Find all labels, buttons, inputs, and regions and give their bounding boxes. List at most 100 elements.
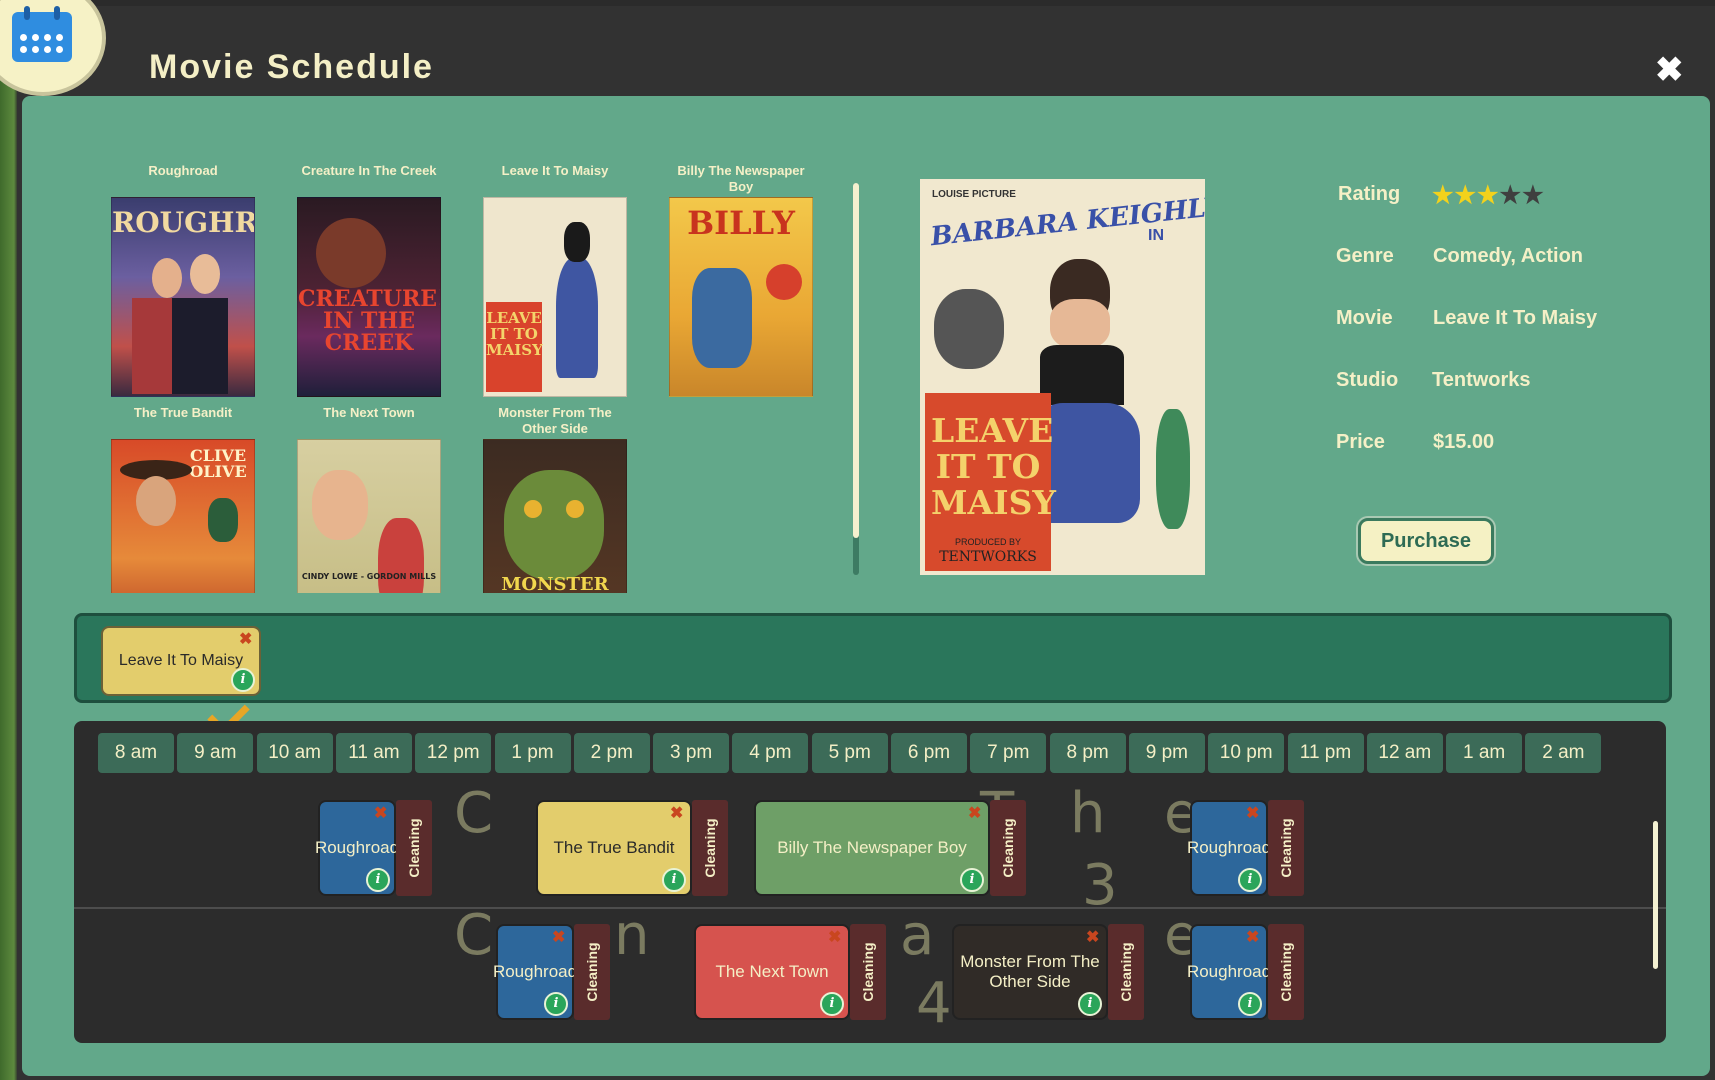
hour-button[interactable]: 11 am bbox=[335, 733, 412, 773]
close-icon[interactable]: ✖ bbox=[1655, 50, 1684, 90]
selected-poster-top-text: LOUISE PICTURE bbox=[932, 189, 1016, 200]
info-icon[interactable]: i bbox=[366, 868, 390, 892]
movie-label: Movie bbox=[1336, 307, 1393, 329]
poster-text: CINDY LOWE - GORDON MILLS bbox=[301, 572, 437, 581]
schedule-scrollbar[interactable] bbox=[1653, 821, 1658, 969]
remove-icon[interactable]: ✖ bbox=[1246, 930, 1259, 946]
hour-button[interactable]: 10 am bbox=[256, 733, 333, 773]
remove-icon[interactable]: ✖ bbox=[1246, 806, 1259, 822]
info-icon[interactable]: i bbox=[544, 992, 568, 1016]
hour-button[interactable]: 6 pm bbox=[891, 733, 967, 773]
poster-card-roughroad[interactable]: Roughroad ROUGHROAD bbox=[108, 163, 258, 397]
price-value: $15.00 bbox=[1433, 431, 1495, 453]
info-icon[interactable]: i bbox=[960, 868, 984, 892]
slot-title: Roughroad bbox=[492, 962, 578, 981]
slot-title: Roughroad bbox=[1186, 838, 1272, 857]
schedule-slot[interactable]: Roughroad ✖ i bbox=[314, 800, 400, 896]
schedule-slot[interactable]: Roughroad ✖ i bbox=[492, 924, 578, 1020]
cleaning-label: Cleaning bbox=[860, 942, 876, 1002]
poster-title: Leave It To Maisy bbox=[501, 163, 609, 178]
queue-item[interactable]: Leave It To Maisy ✖ i bbox=[101, 626, 261, 696]
info-icon[interactable]: i bbox=[820, 992, 844, 1016]
hour-button[interactable]: 8 pm bbox=[1049, 733, 1126, 773]
schedule-slot[interactable]: Roughroad ✖ i bbox=[1186, 800, 1272, 896]
poster-image: ROUGHROAD bbox=[111, 197, 255, 397]
schedule-slot[interactable]: Monster From The Other Side ✖ i bbox=[952, 924, 1108, 1020]
hour-button[interactable]: 1 am bbox=[1446, 733, 1523, 773]
hour-button[interactable]: 1 pm bbox=[494, 733, 571, 773]
cleaning-label: Cleaning bbox=[1278, 818, 1294, 878]
hour-button[interactable]: 10 pm bbox=[1208, 733, 1285, 773]
info-icon[interactable]: i bbox=[231, 668, 255, 692]
watermark-c2: C bbox=[454, 903, 494, 968]
figure-top bbox=[1040, 345, 1124, 405]
remove-icon[interactable]: ✖ bbox=[968, 806, 981, 822]
watermark-3: 3 bbox=[1082, 853, 1118, 918]
remove-icon[interactable]: ✖ bbox=[374, 806, 387, 822]
slot-title: Monster From The Other Side bbox=[960, 952, 1100, 991]
slot-title: Roughroad bbox=[1186, 962, 1272, 981]
hour-button[interactable]: 12 am bbox=[1366, 733, 1443, 773]
star-filled-icon: ★ bbox=[1432, 182, 1455, 209]
hour-button[interactable]: 2 pm bbox=[573, 733, 650, 773]
poster-image: CLIVE OLIVE bbox=[111, 439, 255, 593]
cleaning-label: Cleaning bbox=[1000, 818, 1016, 878]
poster-scrollbar[interactable] bbox=[853, 183, 859, 575]
hour-button[interactable]: 2 am bbox=[1525, 733, 1602, 773]
queue-item-title: Leave It To Maisy bbox=[118, 652, 244, 669]
cleaning-label: Cleaning bbox=[702, 818, 718, 878]
hour-button[interactable]: 5 pm bbox=[811, 733, 888, 773]
hour-button[interactable]: 9 am bbox=[177, 733, 254, 773]
hour-button[interactable]: 11 pm bbox=[1287, 733, 1364, 773]
star-filled-icon: ★ bbox=[1477, 182, 1500, 209]
poster-image: LEAVE IT TO MAISY bbox=[483, 197, 627, 397]
poster-card-leave-it-to-maisy[interactable]: Leave It To Maisy LEAVE IT TO MAISY bbox=[480, 163, 630, 397]
star-empty-icon: ★ bbox=[1522, 182, 1545, 209]
schedule-timeline: 8 am 9 am 10 am 11 am 12 pm 1 pm 2 pm 3 pm 4 pm 5… bbox=[74, 721, 1666, 1043]
poster-scrollbar-thumb[interactable] bbox=[853, 183, 859, 538]
hour-button[interactable]: 12 pm bbox=[415, 733, 492, 773]
poster-card-the-true-bandit[interactable]: The True Bandit CLIVE OLIVE bbox=[108, 405, 258, 593]
info-icon[interactable]: i bbox=[1238, 992, 1262, 1016]
hour-button[interactable]: 8 am bbox=[98, 733, 174, 773]
cleaning-block: Cleaning bbox=[1268, 800, 1304, 896]
poster-card-creature-in-the-creek[interactable]: Creature In The Creek CREATURE! IN THE C… bbox=[294, 163, 444, 397]
schedule-slot[interactable]: Roughroad ✖ i bbox=[1186, 924, 1272, 1020]
poster-title: The True Bandit bbox=[133, 405, 233, 420]
cleaning-block: Cleaning bbox=[850, 924, 886, 1020]
schedule-slot[interactable]: Billy The Newspaper Boy ✖ i bbox=[754, 800, 990, 896]
remove-icon[interactable]: ✖ bbox=[552, 930, 565, 946]
watermark-4: 4 bbox=[916, 971, 952, 1036]
row-divider bbox=[74, 907, 1666, 909]
hour-button[interactable]: 4 pm bbox=[732, 733, 809, 773]
poster-card-monster-from-the-other-side[interactable]: Monster From The Other Side MONSTER FROM bbox=[480, 405, 630, 593]
cleaning-block: Cleaning bbox=[1108, 924, 1144, 1020]
info-icon[interactable]: i bbox=[662, 868, 686, 892]
selected-poster-produced: PRODUCED BY bbox=[954, 537, 1021, 547]
poster-card-billy-the-newspaper-boy[interactable]: Billy The Newspaper Boy BILLY bbox=[666, 163, 816, 397]
schedule-slot[interactable]: The Next Town ✖ i bbox=[694, 924, 850, 1020]
watermark-a: a bbox=[900, 903, 935, 968]
poster-text: BILLY bbox=[687, 204, 795, 242]
slot-title: Roughroad bbox=[314, 838, 400, 857]
info-icon[interactable]: i bbox=[1238, 868, 1262, 892]
poster-image: BILLY bbox=[669, 197, 813, 397]
poster-text: CREATURE! IN THE CREEK bbox=[298, 286, 441, 356]
star-empty-icon: ★ bbox=[1499, 182, 1523, 209]
studio-value: Tentworks bbox=[1432, 369, 1531, 391]
remove-icon[interactable]: ✖ bbox=[239, 632, 252, 648]
poster-text: LEAVE IT TO MAISY bbox=[486, 309, 543, 359]
hour-button[interactable]: 7 pm bbox=[970, 733, 1047, 773]
hour-button[interactable]: 3 pm bbox=[653, 733, 730, 773]
info-icon[interactable]: i bbox=[1078, 992, 1102, 1016]
remove-icon[interactable]: ✖ bbox=[828, 930, 841, 946]
remove-icon[interactable]: ✖ bbox=[670, 806, 683, 822]
purchase-button[interactable]: Purchase bbox=[1358, 518, 1494, 564]
hour-button[interactable]: 9 pm bbox=[1128, 733, 1205, 773]
poster-title: Monster From The Other Side bbox=[498, 405, 612, 436]
schedule-slot[interactable]: The True Bandit ✖ i bbox=[536, 800, 692, 896]
poster-card-the-next-town[interactable]: The Next Town CINDY LOWE - GORDON MILLS bbox=[294, 405, 444, 593]
remove-icon[interactable]: ✖ bbox=[1086, 930, 1099, 946]
cleaning-label: Cleaning bbox=[406, 818, 422, 878]
slot-title: The Next Town bbox=[715, 962, 829, 981]
